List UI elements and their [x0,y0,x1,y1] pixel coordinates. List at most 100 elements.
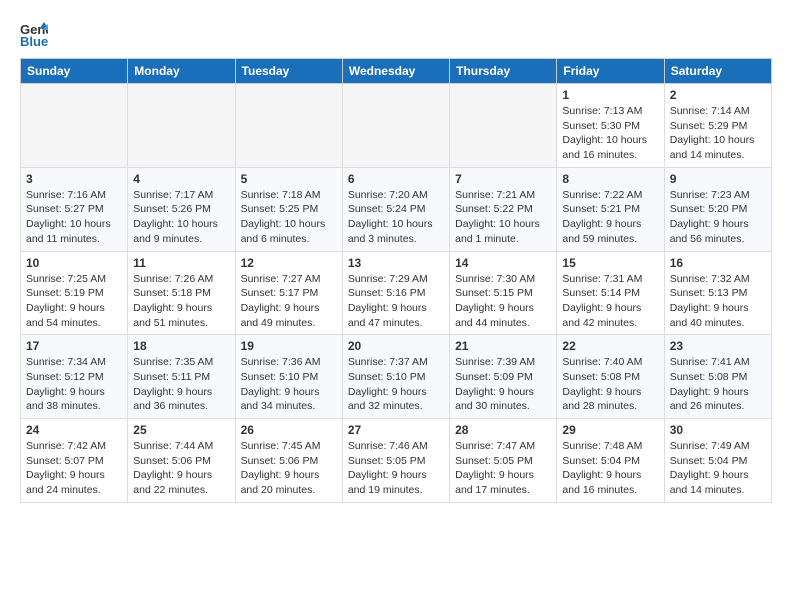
calendar-week-row: 17 Sunrise: 7:34 AMSunset: 5:12 PMDayligh… [21,335,772,419]
day-info: Sunrise: 7:42 AMSunset: 5:07 PMDaylight:… [26,439,122,498]
calendar-cell [21,84,128,168]
day-number: 13 [348,256,444,270]
calendar-cell: 1 Sunrise: 7:13 AMSunset: 5:30 PMDaylight… [557,84,664,168]
day-number: 2 [670,88,766,102]
calendar-cell: 23Sunrise: 7:41 AMSunset: 5:08 PMDayligh… [664,335,771,419]
calendar-table: SundayMondayTuesdayWednesdayThursdayFrid… [20,58,772,503]
calendar-cell: 5Sunrise: 7:18 AMSunset: 5:25 PMDaylight… [235,167,342,251]
logo: General Blue [20,20,52,48]
weekday-header-thursday: Thursday [450,59,557,84]
day-number: 26 [241,423,337,437]
day-info: Sunrise: 7:36 AMSunset: 5:10 PMDaylight:… [241,355,337,414]
day-info: Sunrise: 7:31 AMSunset: 5:14 PMDaylight:… [562,272,658,331]
weekday-header-monday: Monday [128,59,235,84]
day-number: 29 [562,423,658,437]
day-info: Sunrise: 7:29 AMSunset: 5:16 PMDaylight:… [348,272,444,331]
calendar-cell [128,84,235,168]
day-info: Sunrise: 7:17 AMSunset: 5:26 PMDaylight:… [133,188,229,247]
day-number: 7 [455,172,551,186]
weekday-header-friday: Friday [557,59,664,84]
calendar-cell: 3Sunrise: 7:16 AMSunset: 5:27 PMDaylight… [21,167,128,251]
calendar-cell: 9Sunrise: 7:23 AMSunset: 5:20 PMDaylight… [664,167,771,251]
day-info: Sunrise: 7:41 AMSunset: 5:08 PMDaylight:… [670,355,766,414]
calendar-cell: 18 Sunrise: 7:35 AMSunset: 5:11 PMDayligh… [128,335,235,419]
day-number: 18 [133,339,229,353]
day-info: Sunrise: 7:40 AMSunset: 5:08 PMDaylight:… [562,355,658,414]
calendar-cell: 7 Sunrise: 7:21 AMSunset: 5:22 PMDaylight… [450,167,557,251]
day-info: Sunrise: 7:23 AMSunset: 5:20 PMDaylight:… [670,188,766,247]
day-number: 6 [348,172,444,186]
day-number: 11 [133,256,229,270]
calendar-cell: 17 Sunrise: 7:34 AMSunset: 5:12 PMDayligh… [21,335,128,419]
day-number: 4 [133,172,229,186]
calendar-cell: 16 Sunrise: 7:32 AMSunset: 5:13 PMDayligh… [664,251,771,335]
day-number: 15 [562,256,658,270]
day-info: Sunrise: 7:49 AMSunset: 5:04 PMDaylight:… [670,439,766,498]
calendar-cell: 26 Sunrise: 7:45 AMSunset: 5:06 PMDayligh… [235,419,342,503]
calendar-cell: 14 Sunrise: 7:30 AMSunset: 5:15 PMDayligh… [450,251,557,335]
day-number: 1 [562,88,658,102]
calendar-cell [342,84,449,168]
calendar-cell: 10 Sunrise: 7:25 AMSunset: 5:19 PMDayligh… [21,251,128,335]
day-number: 27 [348,423,444,437]
day-info: Sunrise: 7:30 AMSunset: 5:15 PMDaylight:… [455,272,551,331]
day-info: Sunrise: 7:37 AMSunset: 5:10 PMDaylight:… [348,355,444,414]
calendar-week-row: 3Sunrise: 7:16 AMSunset: 5:27 PMDaylight… [21,167,772,251]
calendar-cell: 21Sunrise: 7:39 AMSunset: 5:09 PMDayligh… [450,335,557,419]
day-number: 24 [26,423,122,437]
calendar-cell: 20 Sunrise: 7:37 AMSunset: 5:10 PMDayligh… [342,335,449,419]
calendar-cell: 4 Sunrise: 7:17 AMSunset: 5:26 PMDaylight… [128,167,235,251]
day-info: Sunrise: 7:27 AMSunset: 5:17 PMDaylight:… [241,272,337,331]
calendar-cell: 29 Sunrise: 7:48 AMSunset: 5:04 PMDayligh… [557,419,664,503]
day-number: 30 [670,423,766,437]
day-info: Sunrise: 7:22 AMSunset: 5:21 PMDaylight:… [562,188,658,247]
day-number: 8 [562,172,658,186]
page: General Blue SundayMondayTuesdayWednesda… [0,0,792,519]
day-info: Sunrise: 7:48 AMSunset: 5:04 PMDaylight:… [562,439,658,498]
calendar-cell [235,84,342,168]
day-info: Sunrise: 7:32 AMSunset: 5:13 PMDaylight:… [670,272,766,331]
calendar-cell: 15 Sunrise: 7:31 AMSunset: 5:14 PMDayligh… [557,251,664,335]
day-info: Sunrise: 7:13 AMSunset: 5:30 PMDaylight:… [562,104,658,163]
day-info: Sunrise: 7:35 AMSunset: 5:11 PMDaylight:… [133,355,229,414]
day-info: Sunrise: 7:14 AMSunset: 5:29 PMDaylight:… [670,104,766,163]
day-number: 16 [670,256,766,270]
weekday-header-tuesday: Tuesday [235,59,342,84]
day-info: Sunrise: 7:47 AMSunset: 5:05 PMDaylight:… [455,439,551,498]
svg-text:Blue: Blue [20,34,48,48]
calendar-cell: 28 Sunrise: 7:47 AMSunset: 5:05 PMDayligh… [450,419,557,503]
day-info: Sunrise: 7:20 AMSunset: 5:24 PMDaylight:… [348,188,444,247]
calendar-cell: 24 Sunrise: 7:42 AMSunset: 5:07 PMDayligh… [21,419,128,503]
weekday-header-sunday: Sunday [21,59,128,84]
day-number: 22 [562,339,658,353]
calendar-cell: 11 Sunrise: 7:26 AMSunset: 5:18 PMDayligh… [128,251,235,335]
day-number: 10 [26,256,122,270]
calendar-cell: 13 Sunrise: 7:29 AMSunset: 5:16 PMDayligh… [342,251,449,335]
calendar-week-row: 1 Sunrise: 7:13 AMSunset: 5:30 PMDaylight… [21,84,772,168]
calendar-cell: 25Sunrise: 7:44 AMSunset: 5:06 PMDayligh… [128,419,235,503]
logo-icon: General Blue [20,20,48,48]
header: General Blue [20,16,772,48]
calendar-cell [450,84,557,168]
day-info: Sunrise: 7:21 AMSunset: 5:22 PMDaylight:… [455,188,551,247]
day-number: 20 [348,339,444,353]
day-number: 17 [26,339,122,353]
calendar-cell: 2 Sunrise: 7:14 AMSunset: 5:29 PMDaylight… [664,84,771,168]
calendar-week-row: 10 Sunrise: 7:25 AMSunset: 5:19 PMDayligh… [21,251,772,335]
calendar-week-row: 24 Sunrise: 7:42 AMSunset: 5:07 PMDayligh… [21,419,772,503]
calendar-cell: 6 Sunrise: 7:20 AMSunset: 5:24 PMDaylight… [342,167,449,251]
day-info: Sunrise: 7:39 AMSunset: 5:09 PMDaylight:… [455,355,551,414]
day-info: Sunrise: 7:45 AMSunset: 5:06 PMDaylight:… [241,439,337,498]
calendar-header-row: SundayMondayTuesdayWednesdayThursdayFrid… [21,59,772,84]
day-number: 28 [455,423,551,437]
day-info: Sunrise: 7:34 AMSunset: 5:12 PMDaylight:… [26,355,122,414]
day-info: Sunrise: 7:26 AMSunset: 5:18 PMDaylight:… [133,272,229,331]
day-number: 14 [455,256,551,270]
weekday-header-saturday: Saturday [664,59,771,84]
calendar-cell: 30 Sunrise: 7:49 AMSunset: 5:04 PMDayligh… [664,419,771,503]
calendar-cell: 27Sunrise: 7:46 AMSunset: 5:05 PMDayligh… [342,419,449,503]
day-info: Sunrise: 7:25 AMSunset: 5:19 PMDaylight:… [26,272,122,331]
calendar-cell: 22 Sunrise: 7:40 AMSunset: 5:08 PMDayligh… [557,335,664,419]
calendar-cell: 12Sunrise: 7:27 AMSunset: 5:17 PMDayligh… [235,251,342,335]
calendar-cell: 8 Sunrise: 7:22 AMSunset: 5:21 PMDaylight… [557,167,664,251]
